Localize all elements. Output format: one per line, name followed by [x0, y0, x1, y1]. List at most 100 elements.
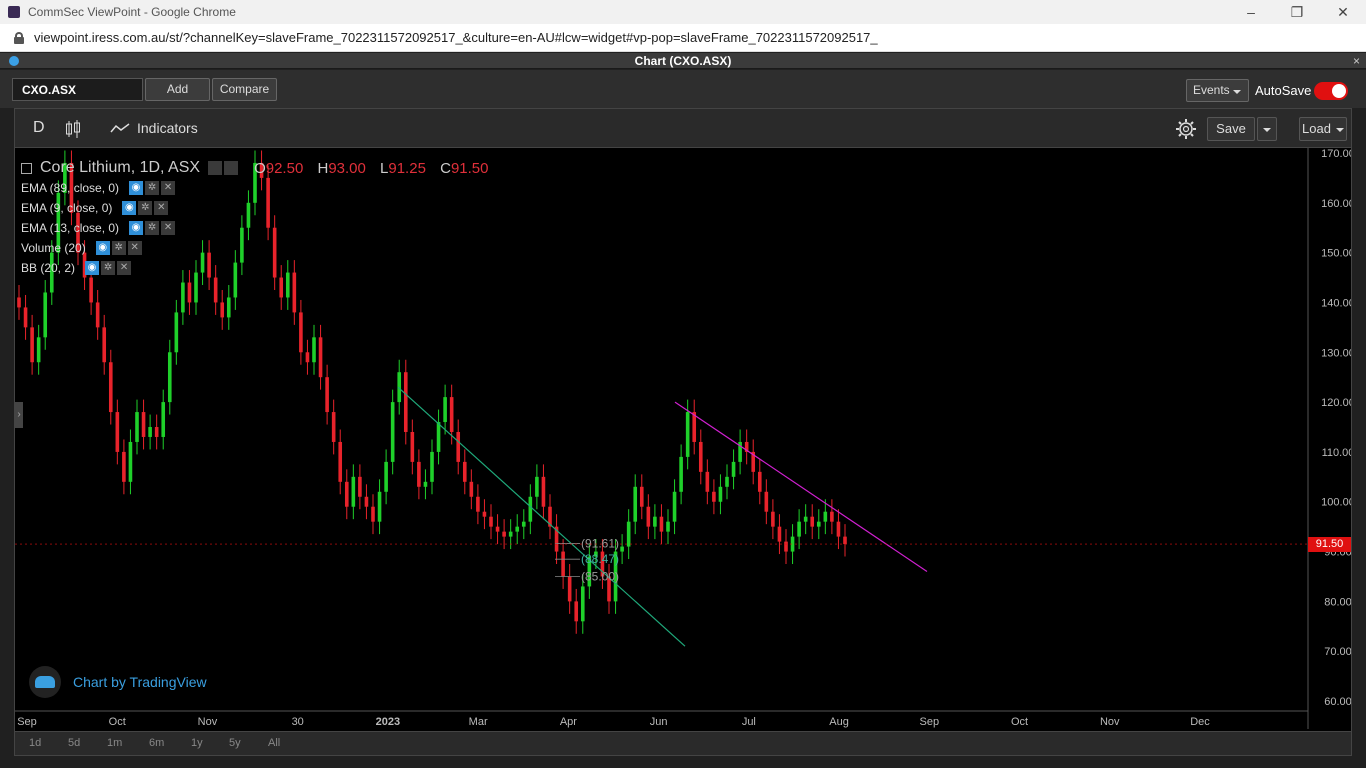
candle-body: [626, 521, 631, 547]
range-5d-button[interactable]: 5d: [68, 737, 80, 749]
restore-button[interactable]: ❐: [1274, 0, 1320, 24]
price-tick-label: 130.00: [1321, 347, 1351, 359]
close-icon[interactable]: ✕: [127, 241, 142, 255]
close-icon[interactable]: ✕: [161, 181, 176, 195]
autosave-toggle[interactable]: [1314, 82, 1348, 100]
legend-settings-icon[interactable]: [208, 161, 223, 175]
candle-body: [777, 526, 782, 542]
symbol-input[interactable]: CXO.ASX: [12, 78, 143, 101]
price-tick-label: 110.00: [1322, 447, 1351, 459]
gear-icon[interactable]: ✲: [138, 201, 153, 215]
candle-body: [89, 277, 93, 303]
settings-gear-icon[interactable]: [1175, 118, 1197, 140]
interval-button[interactable]: D: [33, 119, 45, 137]
tradingview-logo[interactable]: Chart by TradingView: [29, 666, 207, 698]
address-bar[interactable]: viewpoint.iress.com.au/st/?channelKey=sl…: [0, 24, 1366, 52]
candle-body: [462, 461, 467, 482]
chart-legend: Core Lithium, 1D, ASX O92.50 H93.00 L91.…: [21, 159, 488, 177]
candle-body: [410, 431, 415, 462]
range-5y-button[interactable]: 5y: [229, 737, 241, 749]
indicators-icon[interactable]: [110, 122, 130, 134]
panel-close-button[interactable]: ×: [1353, 53, 1360, 69]
candle-body: [161, 402, 166, 437]
events-dropdown[interactable]: Events: [1186, 79, 1249, 102]
indicator-row[interactable]: EMA (89, close, 0) ◉ ✲ ✕: [21, 181, 176, 195]
candle-body: [305, 352, 310, 363]
range-6m-button[interactable]: 6m: [149, 737, 164, 749]
candle-body: [482, 511, 487, 517]
legend-more-icon[interactable]: [224, 161, 239, 175]
candle-body: [725, 476, 729, 487]
last-price-tag: 91.50: [1308, 537, 1351, 553]
indicator-row[interactable]: Volume (20) ◉ ✲ ✕: [21, 241, 142, 255]
candle-body: [312, 337, 316, 363]
candle-body: [698, 441, 703, 472]
candle-style-icon[interactable]: [65, 119, 81, 139]
save-options-dropdown[interactable]: [1257, 117, 1277, 141]
range-all-button[interactable]: All: [268, 737, 280, 749]
range-1m-button[interactable]: 1m: [107, 737, 122, 749]
range-1y-button[interactable]: 1y: [191, 737, 203, 749]
price-tick-label: 160.00: [1321, 198, 1351, 210]
price-tick-label: 170.00: [1321, 148, 1351, 160]
url-text[interactable]: viewpoint.iress.com.au/st/?channelKey=sl…: [34, 30, 878, 45]
chart-frame: D Indicators Save Load 170.00 160.00 150.0…: [14, 108, 1352, 756]
eye-icon[interactable]: ◉: [122, 201, 137, 215]
candle-body: [528, 496, 533, 522]
close-value: 91.50: [450, 159, 489, 177]
time-tick-label: Apr: [560, 716, 577, 728]
candle-body: [836, 521, 841, 537]
candle-body: [449, 397, 454, 432]
candle-body: [797, 521, 801, 537]
close-icon[interactable]: ✕: [117, 261, 132, 275]
high-value: 93.00: [328, 159, 366, 177]
indicators-button[interactable]: Indicators: [137, 120, 198, 136]
gear-icon[interactable]: ✲: [145, 181, 160, 195]
gear-icon[interactable]: ✲: [145, 221, 160, 235]
compare-button[interactable]: Compare: [212, 78, 277, 101]
indicator-row[interactable]: EMA (13, close, 0) ◉ ✲ ✕: [21, 221, 176, 235]
add-button[interactable]: Add: [145, 78, 210, 101]
low-value: 91.25: [388, 159, 426, 177]
candle-body: [830, 511, 834, 522]
eye-icon[interactable]: ◉: [85, 261, 100, 275]
range-1d-button[interactable]: 1d: [29, 737, 41, 749]
gear-icon[interactable]: ✲: [111, 241, 126, 255]
candle-body: [148, 427, 152, 437]
eye-icon[interactable]: ◉: [129, 221, 144, 235]
minimize-button[interactable]: –: [1228, 0, 1274, 24]
candle-body: [285, 272, 290, 298]
candle-body: [154, 427, 159, 437]
candle-body: [430, 451, 434, 482]
close-icon[interactable]: ✕: [154, 201, 169, 215]
candle-body: [233, 262, 238, 298]
gear-icon[interactable]: ✲: [101, 261, 116, 275]
candle-body: [469, 481, 474, 497]
candle-body: [574, 601, 579, 622]
candle-body: [535, 476, 539, 497]
candle-body: [476, 496, 480, 512]
candle-body: [423, 481, 428, 487]
save-layout-button[interactable]: Save: [1207, 117, 1255, 141]
price-tick-label: 100.00: [1321, 497, 1351, 509]
load-layout-button[interactable]: Load: [1299, 117, 1347, 141]
candle-body: [816, 521, 821, 527]
candle-body: [561, 551, 565, 577]
tradingview-attribution[interactable]: Chart by TradingView: [73, 674, 207, 690]
eye-icon[interactable]: ◉: [129, 181, 144, 195]
candle-body: [646, 506, 651, 527]
close-icon[interactable]: ✕: [161, 221, 176, 235]
fib-level-label: (88.47): [581, 552, 619, 566]
eye-icon[interactable]: ◉: [95, 241, 110, 255]
candle-body: [685, 412, 690, 457]
candle-body: [318, 337, 323, 378]
price-chart[interactable]: 170.00 160.00 150.00 140.00 130.00 120.00 110.…: [15, 148, 1351, 731]
indicator-row[interactable]: BB (20, 2) ◉ ✲ ✕: [21, 261, 132, 275]
close-window-button[interactable]: ✕: [1320, 0, 1366, 24]
candle-body: [213, 277, 218, 303]
candle-body: [771, 511, 775, 527]
expand-sidebar-chevron-icon[interactable]: ›: [15, 402, 23, 428]
candle-body: [102, 327, 107, 363]
indicator-row[interactable]: EMA (9, close, 0) ◉ ✲ ✕: [21, 201, 169, 215]
legend-collapse-icon[interactable]: [21, 162, 32, 174]
